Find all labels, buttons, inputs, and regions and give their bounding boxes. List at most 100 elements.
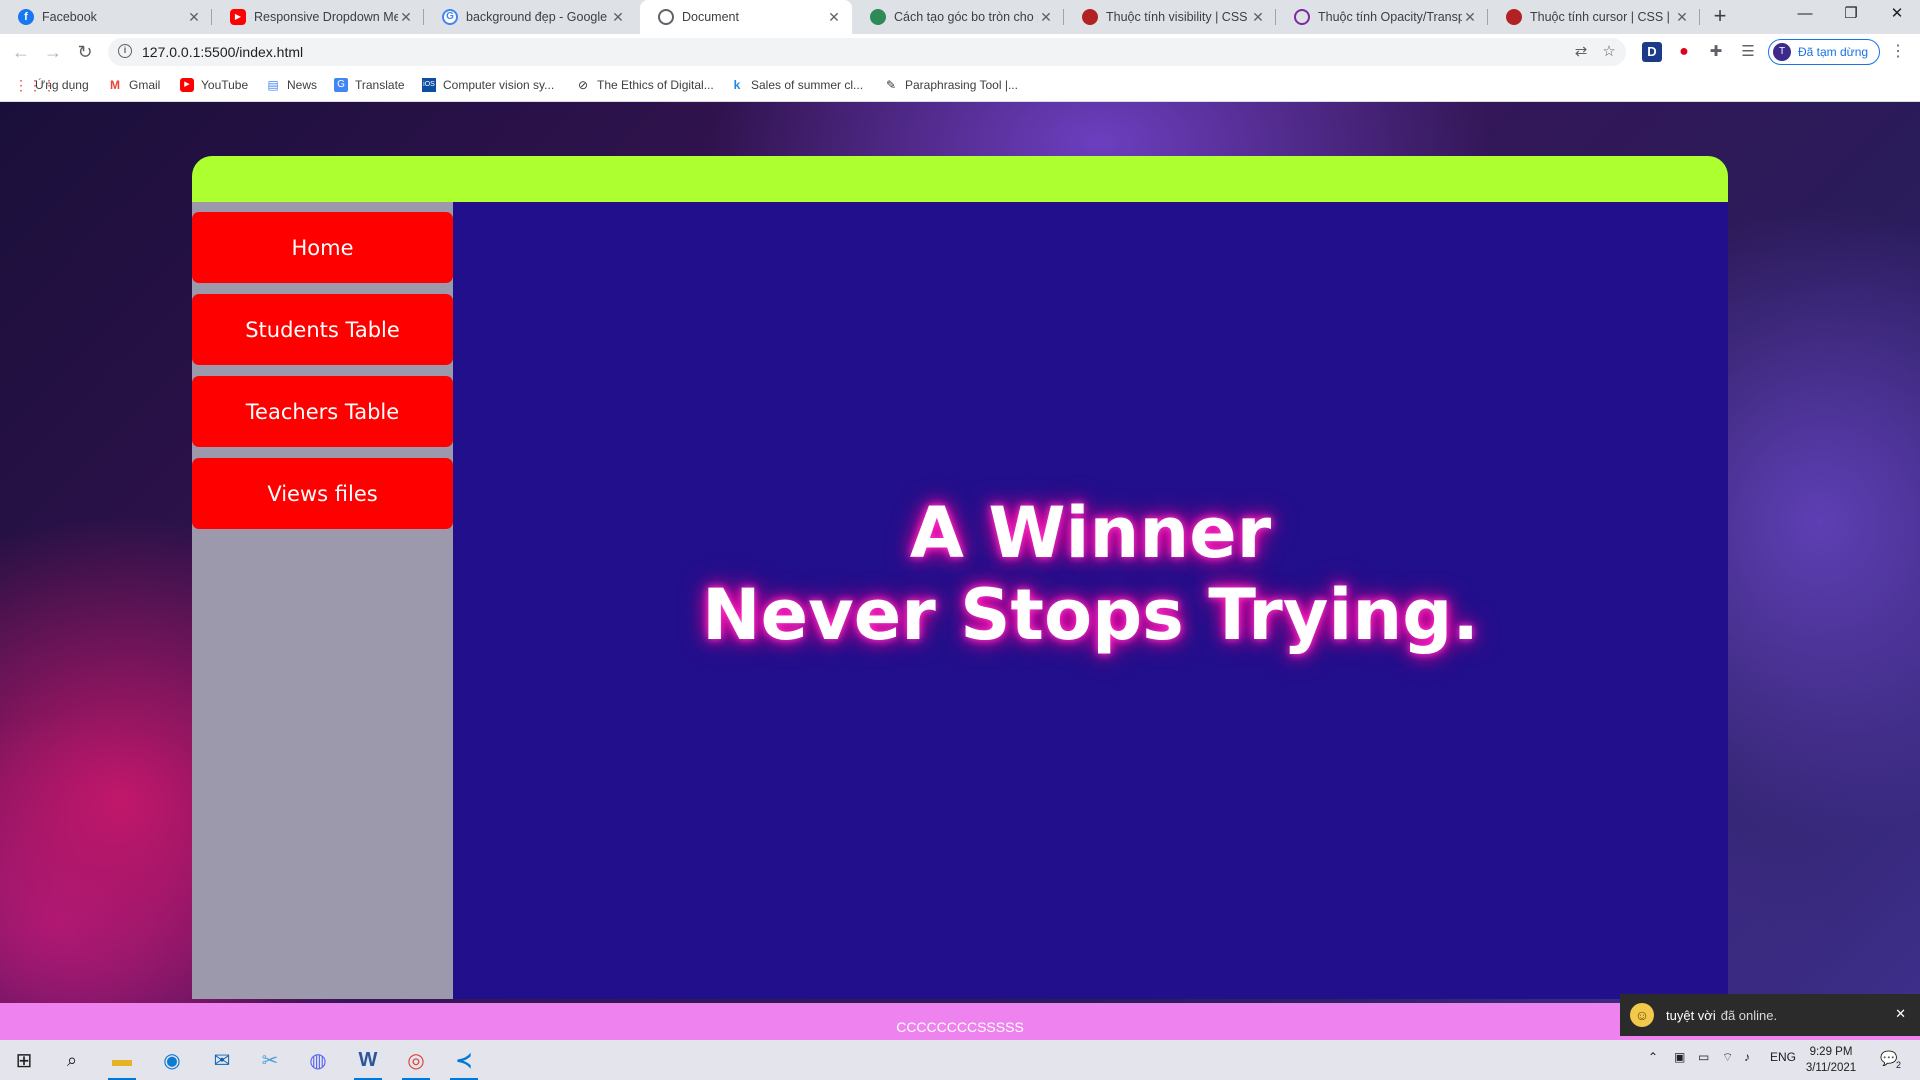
back-arrow-icon[interactable]: ← bbox=[10, 41, 32, 63]
tab-separator bbox=[1699, 9, 1700, 25]
mail-icon[interactable]: ✉ bbox=[198, 1044, 246, 1076]
nav-students-table-button[interactable]: Students Table bbox=[192, 294, 453, 365]
tray-chevron-icon[interactable]: ⌃ bbox=[1648, 1050, 1658, 1064]
tab-responsive-dropdown[interactable]: ▶ Responsive Dropdown Men ✕ bbox=[212, 0, 424, 34]
nav-views-files-button[interactable]: Views files bbox=[192, 458, 453, 529]
tab-facebook[interactable]: f Facebook ✕ bbox=[0, 0, 212, 34]
discord-icon[interactable]: ◍ bbox=[294, 1044, 342, 1076]
tab-title: Facebook bbox=[42, 10, 97, 24]
bookmark-youtube[interactable]: ▶ YouTube bbox=[180, 78, 248, 92]
url-text[interactable]: 127.0.0.1:5500/index.html bbox=[142, 44, 303, 60]
bookmark-label: The Ethics of Digital... bbox=[597, 78, 714, 92]
bookmark-paraphrasing[interactable]: ✎ Paraphrasing Tool |... bbox=[884, 78, 1018, 92]
gmail-icon: M bbox=[110, 78, 120, 92]
opera-icon[interactable]: ● bbox=[1674, 42, 1694, 62]
snipping-icon[interactable]: ✂ bbox=[246, 1044, 294, 1076]
close-icon[interactable]: ✕ bbox=[826, 9, 842, 26]
address-bar[interactable]: i 127.0.0.1:5500/index.html ⇄ ☆ bbox=[108, 38, 1626, 66]
translate-icon[interactable]: ⇄ bbox=[1572, 43, 1590, 61]
pen-icon: ✎ bbox=[885, 78, 897, 92]
bookmark-translate[interactable]: G Translate bbox=[334, 78, 405, 92]
info-icon[interactable]: i bbox=[118, 44, 132, 58]
tab-visibility[interactable]: Thuộc tính visibility | CSS | H ✕ bbox=[1064, 0, 1276, 34]
close-window-icon[interactable]: ✕ bbox=[1874, 0, 1920, 30]
notification-message: đã online. bbox=[1720, 1007, 1778, 1023]
quote-line-1: A Winner bbox=[909, 492, 1272, 574]
reading-list-icon[interactable]: ☰ bbox=[1738, 42, 1758, 62]
bookmark-label: Sales of summer cl... bbox=[751, 78, 864, 92]
new-tab-button[interactable]: + bbox=[1708, 5, 1732, 29]
bookmark-apps[interactable]: ⋮⋮⋮ Ứng dụng bbox=[14, 78, 89, 92]
facebook-icon: f bbox=[18, 9, 34, 25]
tab-title: Cách tạo góc bo tròn cho p bbox=[894, 10, 1038, 24]
windows-start-icon[interactable]: ⊞ bbox=[0, 1044, 48, 1076]
tab-cursor[interactable]: Thuộc tính cursor | CSS | Ho ✕ bbox=[1488, 0, 1700, 34]
volume-icon[interactable]: ♪ bbox=[1744, 1050, 1750, 1064]
notification-user: tuyệt vời bbox=[1666, 1007, 1716, 1023]
bookmark-gmail[interactable]: M Gmail bbox=[108, 78, 160, 92]
site-icon bbox=[1506, 9, 1522, 25]
bookmark-label: Translate bbox=[355, 78, 405, 92]
site-icon bbox=[1082, 9, 1098, 25]
bookmark-label: Paraphrasing Tool |... bbox=[905, 78, 1018, 92]
wifi-icon[interactable]: ⌔ bbox=[1722, 1050, 1733, 1065]
tab-document[interactable]: Document ✕ bbox=[640, 0, 852, 34]
tab-title: Thuộc tính Opacity/Transpa bbox=[1318, 10, 1462, 24]
main-content: A Winner Never Stops Trying. bbox=[453, 202, 1728, 999]
nav-teachers-table-button[interactable]: Teachers Table bbox=[192, 376, 453, 447]
globe-icon bbox=[658, 9, 674, 25]
meet-now-icon[interactable]: ▣ bbox=[1674, 1050, 1685, 1064]
system-clock[interactable]: 9:29 PM 3/11/2021 bbox=[1796, 1044, 1866, 1076]
taskbar: ⊞ ⌕ ▬ ◉ ✉ ✂ ◍ W ◎ ≺ ⌃ ▣ ▭ ⌔ ♪ ENG 9:29 P… bbox=[0, 1040, 1920, 1080]
minimize-icon[interactable]: — bbox=[1782, 0, 1828, 30]
tab-title: Document bbox=[682, 10, 739, 24]
tab-title: background đẹp - Google T bbox=[466, 10, 610, 24]
tab-rounded-corners[interactable]: Cách tạo góc bo tròn cho p ✕ bbox=[852, 0, 1064, 34]
sidebar: Home Students Table Teachers Table Views… bbox=[192, 202, 453, 999]
word-icon[interactable]: W bbox=[344, 1044, 392, 1080]
battery-icon[interactable]: ▭ bbox=[1698, 1050, 1709, 1064]
site-icon bbox=[870, 9, 886, 25]
online-notification[interactable]: ☺ tuyệt vời đã online. ✕ bbox=[1620, 994, 1920, 1036]
chrome-icon[interactable]: ◎ bbox=[392, 1044, 440, 1080]
close-icon[interactable]: ✕ bbox=[1250, 9, 1266, 26]
nav-home-button[interactable]: Home bbox=[192, 212, 453, 283]
language-indicator[interactable]: ENG bbox=[1770, 1050, 1796, 1064]
profile-button[interactable]: T Đã tạm dừng bbox=[1768, 39, 1880, 65]
profile-status: Đã tạm dừng bbox=[1798, 45, 1869, 59]
bookmark-computer-vision[interactable]: iOS Computer vision sy... bbox=[422, 78, 554, 92]
restore-icon[interactable]: ❐ bbox=[1828, 0, 1874, 30]
tab-opacity[interactable]: Thuộc tính Opacity/Transpa ✕ bbox=[1276, 0, 1488, 34]
bookmark-news[interactable]: ▤ News bbox=[266, 78, 317, 92]
close-icon[interactable]: ✕ bbox=[1895, 1006, 1906, 1022]
vscode-icon[interactable]: ≺ bbox=[440, 1044, 488, 1080]
youtube-icon: ▶ bbox=[180, 78, 194, 92]
close-icon[interactable]: ✕ bbox=[398, 9, 414, 26]
bookmark-label: News bbox=[287, 78, 318, 92]
bookmark-ethics[interactable]: ⊘ The Ethics of Digital... bbox=[576, 78, 714, 92]
close-icon[interactable]: ✕ bbox=[1462, 9, 1478, 26]
notification-center-icon[interactable]: 💬 bbox=[1880, 1050, 1897, 1067]
file-explorer-icon[interactable]: ▬ bbox=[98, 1044, 146, 1080]
edge-icon[interactable]: ◉ bbox=[148, 1044, 196, 1076]
tab-title: Thuộc tính visibility | CSS | H bbox=[1106, 10, 1250, 24]
close-icon[interactable]: ✕ bbox=[610, 9, 626, 26]
tab-title: Thuộc tính cursor | CSS | Ho bbox=[1530, 10, 1674, 24]
close-icon[interactable]: ✕ bbox=[1674, 9, 1690, 26]
reload-icon[interactable]: ↻ bbox=[74, 41, 96, 63]
page-viewport: Home Students Table Teachers Table Views… bbox=[0, 102, 1920, 1003]
tab-google-search[interactable]: G background đẹp - Google T ✕ bbox=[424, 0, 636, 34]
close-icon[interactable]: ✕ bbox=[186, 9, 202, 26]
clock-date: 3/11/2021 bbox=[1805, 1062, 1857, 1074]
bookmark-label: Computer vision sy... bbox=[443, 78, 555, 92]
forward-arrow-icon[interactable]: → bbox=[42, 41, 64, 63]
ios-icon: iOS bbox=[422, 78, 436, 92]
star-icon[interactable]: ☆ bbox=[1600, 43, 1618, 61]
extension-d-icon[interactable]: D bbox=[1642, 42, 1662, 62]
extensions-puzzle-icon[interactable]: ✚ bbox=[1706, 42, 1726, 62]
bookmark-sales[interactable]: k Sales of summer cl... bbox=[730, 78, 863, 92]
close-icon[interactable]: ✕ bbox=[1038, 9, 1054, 26]
user-avatar-icon: ☺ bbox=[1630, 1003, 1654, 1027]
more-menu-icon[interactable]: ⋮ bbox=[1890, 42, 1906, 62]
search-icon[interactable]: ⌕ bbox=[48, 1044, 96, 1076]
